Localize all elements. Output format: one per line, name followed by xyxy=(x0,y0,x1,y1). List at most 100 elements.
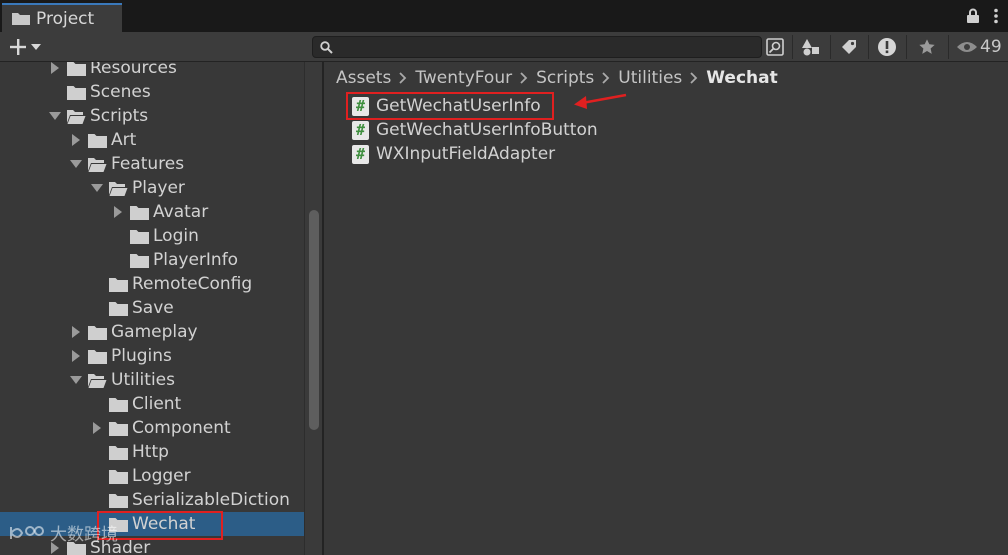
folder-icon xyxy=(109,277,128,292)
hidden-packages-toggle[interactable]: 49 xyxy=(956,35,1002,59)
tree-item[interactable]: Avatar xyxy=(0,200,304,224)
tree-item[interactable]: Player xyxy=(0,176,304,200)
breadcrumb-separator-icon xyxy=(516,69,532,88)
collapsed-arrow-icon[interactable] xyxy=(111,205,125,219)
tree-item[interactable]: Utilities xyxy=(0,368,304,392)
toolbar-separator xyxy=(906,35,907,59)
tree-item[interactable]: Scenes xyxy=(0,80,304,104)
open-folder-icon xyxy=(67,109,86,124)
expanded-arrow-icon[interactable] xyxy=(90,181,104,195)
breadcrumb: Assets TwentyFour Scripts Utilities Wechat xyxy=(324,62,1008,94)
tree-item[interactable]: Logger xyxy=(0,464,304,488)
watermark: 大数跨境 xyxy=(8,520,118,545)
tree-item-label: Logger xyxy=(132,466,191,486)
tree-item-label: Plugins xyxy=(111,346,172,366)
folder-icon xyxy=(88,133,107,148)
search-by-type-button[interactable] xyxy=(760,35,790,59)
tree-item[interactable]: Resources xyxy=(0,62,304,80)
dropdown-arrow-icon xyxy=(31,44,41,50)
tree-item[interactable]: Component xyxy=(0,416,304,440)
project-tab[interactable]: Project xyxy=(2,3,122,32)
file-name: GetWechatUserInfoButton xyxy=(376,120,598,140)
tree-item[interactable]: Login xyxy=(0,224,304,248)
filter-by-type-button[interactable] xyxy=(796,35,826,59)
filter-by-label-button[interactable] xyxy=(834,35,864,59)
lock-icon[interactable] xyxy=(966,8,980,24)
tree-item-label: Resources xyxy=(90,62,177,78)
tree-item[interactable]: Client xyxy=(0,392,304,416)
visible-count-label: 49 xyxy=(980,37,1002,57)
warning-icon xyxy=(878,38,896,56)
expanded-arrow-icon[interactable] xyxy=(69,373,83,387)
csharp-script-icon: # xyxy=(352,120,369,140)
expanded-arrow-icon[interactable] xyxy=(48,109,62,123)
window-tab-strip: Project xyxy=(0,0,1008,32)
search-icon xyxy=(320,41,333,54)
csharp-script-icon: # xyxy=(352,144,369,164)
collapsed-arrow-icon[interactable] xyxy=(69,325,83,339)
tree-item-label: PlayerInfo xyxy=(153,250,239,270)
tree-item-label: Component xyxy=(132,418,231,438)
tree-item-label: Scenes xyxy=(90,82,151,102)
collapsed-arrow-icon[interactable] xyxy=(48,62,62,75)
tree-item[interactable]: Gameplay xyxy=(0,320,304,344)
tab-controls xyxy=(966,5,998,27)
toolbar-separator xyxy=(868,35,869,59)
toolbar-separator xyxy=(792,35,793,59)
breadcrumb-separator-icon xyxy=(598,69,614,88)
breadcrumb-separator-icon xyxy=(686,69,702,88)
tree-item[interactable]: Plugins xyxy=(0,344,304,368)
more-options-icon[interactable] xyxy=(994,8,998,24)
breadcrumb-item[interactable]: Utilities xyxy=(614,68,686,88)
collapsed-arrow-icon[interactable] xyxy=(90,421,104,435)
breadcrumb-item[interactable]: Wechat xyxy=(702,68,781,88)
tree-item-label: Save xyxy=(132,298,174,318)
open-folder-icon xyxy=(109,181,128,196)
tree-item-label: Art xyxy=(111,130,137,150)
open-folder-icon xyxy=(88,373,107,388)
file-item[interactable]: # WXInputFieldAdapter xyxy=(352,143,555,165)
tree-item[interactable]: PlayerInfo xyxy=(0,248,304,272)
create-button[interactable] xyxy=(8,36,41,58)
tree-item-label: Player xyxy=(132,178,185,198)
tree-item-label: Login xyxy=(153,226,199,246)
tree-item[interactable]: Http xyxy=(0,440,304,464)
tree-scrollbar[interactable] xyxy=(304,62,322,555)
folder-tree: Resources Scenes Scripts Art Features Player A… xyxy=(0,62,304,555)
tree-item[interactable]: SerializableDiction xyxy=(0,488,304,512)
collapsed-arrow-icon[interactable] xyxy=(69,133,83,147)
project-toolbar: 49 xyxy=(0,32,1008,62)
filter-by-log-type-button[interactable] xyxy=(872,35,902,59)
folder-icon xyxy=(88,325,107,340)
tree-item-label: RemoteConfig xyxy=(132,274,253,294)
folder-icon xyxy=(67,85,86,100)
tree-item-label: Client xyxy=(132,394,182,414)
tree-item[interactable]: RemoteConfig xyxy=(0,272,304,296)
folder-icon xyxy=(109,397,128,412)
file-item[interactable]: # GetWechatUserInfoButton xyxy=(352,119,598,141)
watermark-logo-icon xyxy=(10,525,44,539)
folder-icon xyxy=(130,229,149,244)
breadcrumb-item[interactable]: Assets xyxy=(332,68,395,88)
tree-item[interactable]: Features xyxy=(0,152,304,176)
breadcrumb-item[interactable]: Scripts xyxy=(532,68,598,88)
folder-icon xyxy=(88,349,107,364)
tree-item-label: Http xyxy=(132,442,169,462)
tree-item-label: Avatar xyxy=(153,202,209,222)
folder-icon xyxy=(109,469,128,484)
folder-icon xyxy=(12,13,30,25)
breadcrumb-item[interactable]: TwentyFour xyxy=(411,68,516,88)
panel-divider[interactable] xyxy=(322,62,324,555)
collapsed-arrow-icon[interactable] xyxy=(69,349,83,363)
open-search-window-icon xyxy=(766,38,784,56)
tree-scrollbar-thumb[interactable] xyxy=(309,210,319,430)
search-field[interactable] xyxy=(312,36,762,58)
tree-item[interactable]: Save xyxy=(0,296,304,320)
tree-item[interactable]: Scripts xyxy=(0,104,304,128)
tree-item[interactable]: Art xyxy=(0,128,304,152)
favorites-button[interactable] xyxy=(912,35,942,59)
tree-item-label: Features xyxy=(111,154,185,174)
folder-icon xyxy=(109,445,128,460)
breadcrumb-separator-icon xyxy=(395,69,411,88)
expanded-arrow-icon[interactable] xyxy=(69,157,83,171)
